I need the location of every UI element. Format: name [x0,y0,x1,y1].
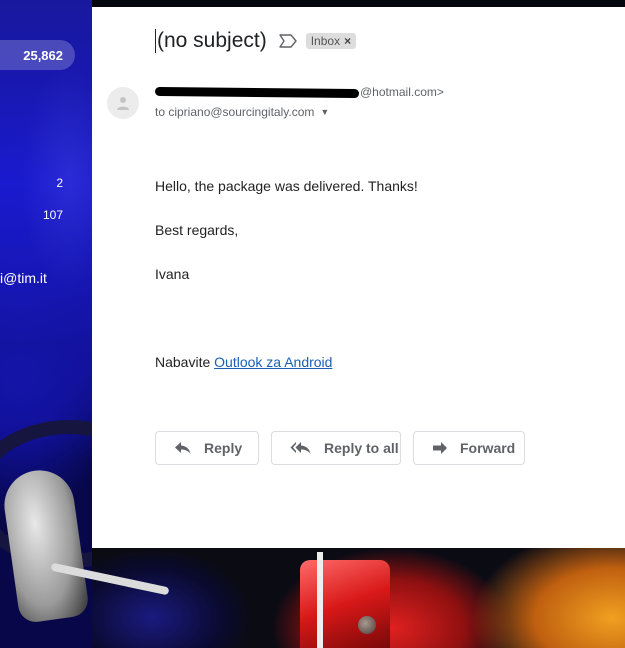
body-closing: Best regards, [155,222,239,238]
redacted-sender-name [154,86,360,98]
bg-red-block [300,560,390,648]
show-details-chevron-icon[interactable]: ▼ [320,107,329,117]
reply-button[interactable]: Reply [155,431,259,465]
forward-button[interactable]: Forward [413,431,525,465]
sender-avatar [107,87,139,119]
subject-row: (no subject) Inbox × [155,29,357,53]
reply-arrow-icon [175,442,191,454]
recipient-row: to cipriano@sourcingitaly.com ▼ [155,105,329,119]
inbox-count-pill[interactable]: 25,862 [0,40,75,70]
inbox-count: 25,862 [23,47,63,63]
body-footer: Nabavite Outlook za Android [155,354,332,370]
sidebar-count-b: 107 [42,208,63,222]
important-marker-icon[interactable] [279,34,297,48]
outlook-android-link[interactable]: Outlook za Android [214,354,332,370]
forward-label: Forward [460,440,516,456]
inbox-label-chip[interactable]: Inbox × [305,33,357,49]
sidebar-account-email[interactable]: i@tim.it [0,270,47,286]
reply-all-label: Reply to all [324,440,399,456]
remove-label-icon[interactable]: × [344,34,351,48]
reply-all-button[interactable]: Reply to all [271,431,401,465]
person-avatar-icon [117,97,129,110]
body-greeting: Hello, the package was delivered. Thanks… [155,178,418,194]
inbox-label-text: Inbox [310,34,341,48]
sidebar-count-a: 2 [56,176,63,190]
recipient-text: to cipriano@sourcingitaly.com [155,105,315,119]
bg-round-dot [358,616,376,634]
reply-all-arrow-icon [290,442,311,454]
email-view-panel: (no subject) Inbox × @hotmail.com> to ci… [92,7,625,548]
sender-row: @hotmail.com> [154,85,444,99]
forward-arrow-icon [433,442,447,454]
sender-email-suffix: @hotmail.com> [360,85,444,99]
footer-prefix: Nabavite [155,354,215,370]
reply-label: Reply [204,440,243,456]
body-signature: Ivana [155,266,190,282]
email-subject: (no subject) [155,29,267,53]
bg-white-line [317,552,323,648]
